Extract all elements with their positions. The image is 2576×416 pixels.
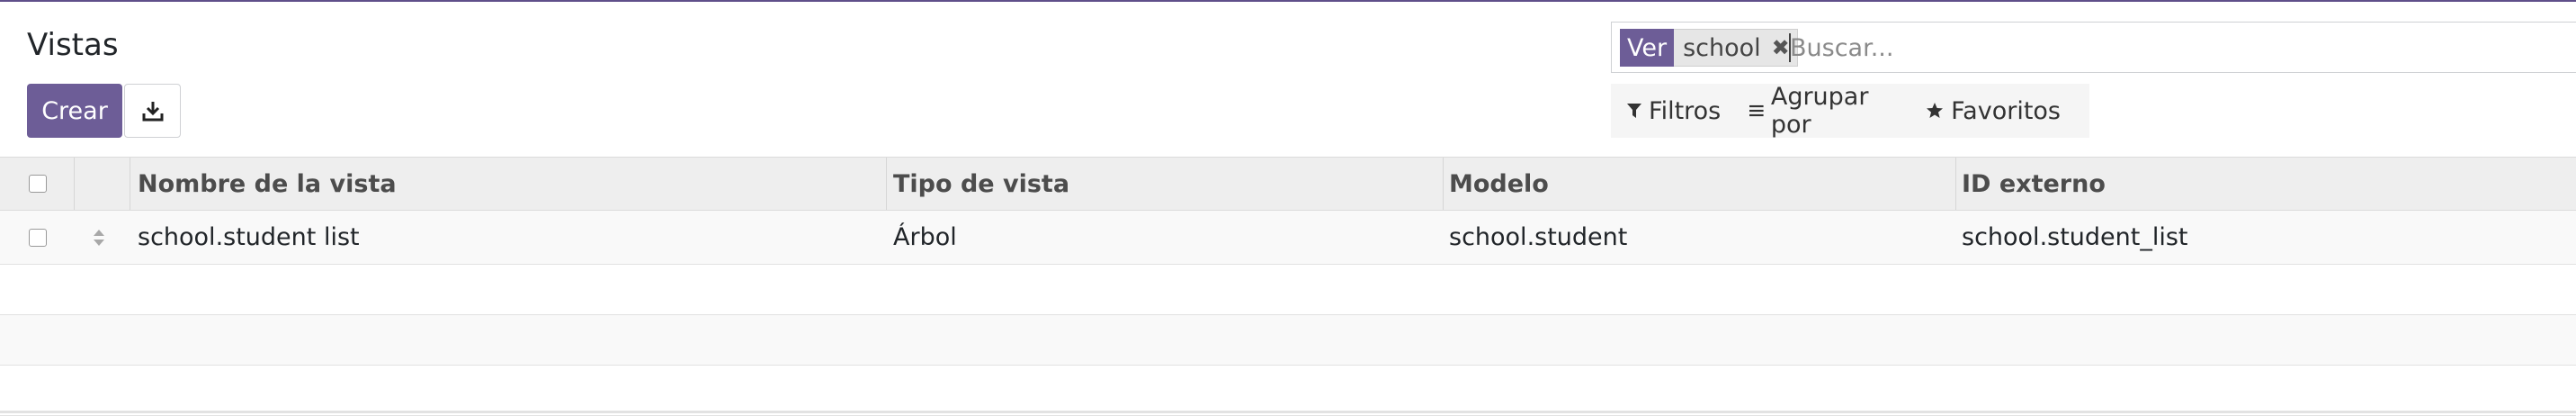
filter-icon [1627, 104, 1641, 118]
cell-view-type: Árbol [893, 222, 957, 251]
column-separator [1955, 158, 1956, 210]
create-button[interactable]: Crear [27, 84, 122, 138]
table-header: Nombre de la vista Tipo de vista Modelo … [0, 157, 2576, 211]
search-bar[interactable]: Ver school ✖ [1611, 22, 2576, 73]
download-icon [142, 102, 163, 122]
column-separator [1443, 158, 1444, 210]
column-header-name[interactable]: Nombre de la vista [138, 158, 397, 210]
facet-label: Ver [1620, 29, 1675, 67]
column-header-model[interactable]: Modelo [1449, 158, 1549, 210]
control-panel: Vistas Crear Ver school ✖ Filtros [0, 2, 2576, 157]
empty-row [0, 366, 2576, 416]
column-header-external-id[interactable]: ID externo [1962, 158, 2106, 210]
table-row[interactable]: school.student list Árbol school.student… [0, 211, 2576, 265]
favorites-label: Favoritos [1951, 96, 2061, 125]
facet-value: school ✖ [1674, 29, 1798, 67]
column-separator [74, 158, 75, 210]
views-table: Nombre de la vista Tipo de vista Modelo … [0, 157, 2576, 416]
sort-handle-icon[interactable] [91, 226, 107, 249]
cell-external-id: school.student_list [1962, 222, 2188, 251]
cell-view-name: school.student list [138, 222, 360, 251]
empty-row [0, 315, 2576, 366]
search-input[interactable] [1790, 30, 2563, 66]
download-button[interactable] [124, 84, 181, 138]
column-separator [886, 158, 887, 210]
table-bottom-border [0, 411, 2576, 413]
select-all-checkbox[interactable] [29, 175, 47, 193]
facet-value-text: school [1683, 33, 1761, 62]
cell-model: school.student [1449, 222, 1628, 251]
list-icon [1749, 104, 1764, 117]
group-by-label: Agrupar por [1770, 83, 1869, 139]
search-options: Filtros Agrupar por Favoritos [1611, 83, 2089, 139]
search-facet[interactable]: Ver school ✖ [1620, 29, 1798, 67]
page-title: Vistas [27, 27, 119, 63]
column-header-type[interactable]: Tipo de vista [893, 158, 1069, 210]
favorites-button[interactable]: Favoritos [1926, 97, 2061, 125]
filters-label: Filtros [1649, 96, 1722, 125]
remove-facet-icon[interactable]: ✖ [1772, 35, 1790, 60]
star-icon [1927, 103, 1944, 118]
filters-button[interactable]: Filtros [1627, 97, 1721, 125]
group-by-button[interactable]: Agrupar por [1749, 83, 1897, 139]
row-checkbox[interactable] [29, 229, 47, 247]
empty-row [0, 265, 2576, 315]
